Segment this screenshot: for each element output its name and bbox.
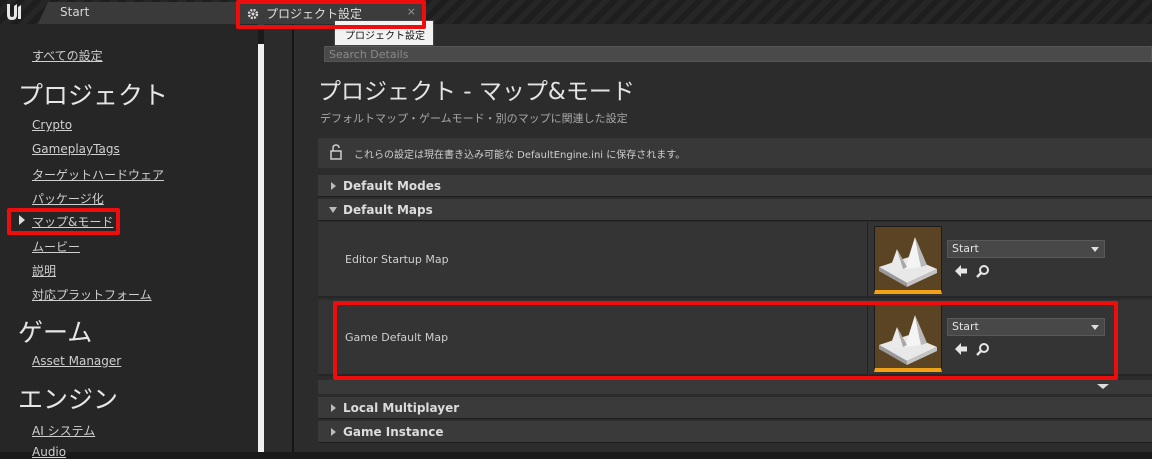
column-splitter[interactable] xyxy=(867,300,868,374)
sidebar-item-asset-manager[interactable]: Asset Manager xyxy=(32,354,121,368)
map-asset-icon xyxy=(879,237,937,287)
section-game-instance[interactable]: Game Instance xyxy=(318,421,1152,443)
collapse-arrow-icon xyxy=(329,207,337,213)
expand-arrow-icon xyxy=(331,404,336,412)
expand-arrow-icon xyxy=(331,428,336,436)
gear-icon xyxy=(247,8,259,20)
section-game-instance-label: Game Instance xyxy=(343,425,444,439)
map-asset-icon xyxy=(879,315,937,365)
map-thumbnail[interactable] xyxy=(874,304,942,372)
sidebar-item-packaging[interactable]: パッケージ化 xyxy=(32,190,104,207)
tab-project-settings-label: プロジェクト設定 xyxy=(266,7,363,21)
section-local-multiplayer-label: Local Multiplayer xyxy=(343,401,460,415)
sidebar-item-gameplaytags[interactable]: GameplayTags xyxy=(32,142,120,156)
search-input[interactable]: Search Details xyxy=(324,46,1152,62)
property-label: Game Default Map xyxy=(345,331,449,344)
config-info-bar: これらの設定は現在書き込み可能な DefaultEngine.ini に保存され… xyxy=(318,138,1152,168)
tab-start[interactable]: Start xyxy=(38,2,238,24)
sidebar-item-description[interactable]: 説明 xyxy=(32,262,56,279)
map-select[interactable]: Start xyxy=(947,318,1105,336)
section-default-modes[interactable]: Default Modes xyxy=(318,175,1152,197)
tab-start-label: Start xyxy=(60,5,90,19)
map-thumbnail[interactable] xyxy=(874,226,942,294)
property-label: Editor Startup Map xyxy=(345,253,449,266)
search-icon[interactable] xyxy=(976,264,990,278)
column-splitter[interactable] xyxy=(867,222,868,296)
sidebar-item-crypto[interactable]: Crypto xyxy=(32,118,72,132)
property-row-editor-startup-map: Editor Startup Map Start xyxy=(318,222,1152,298)
sidebar-item-ai-system[interactable]: AI システム xyxy=(32,422,95,439)
unreal-logo-icon[interactable] xyxy=(4,2,24,22)
section-default-maps-label: Default Maps xyxy=(343,203,433,217)
expand-advanced-icon xyxy=(1097,384,1109,389)
search-icon[interactable] xyxy=(976,342,990,356)
section-default-maps[interactable]: Default Maps xyxy=(318,199,1152,221)
sidebar-item-movies[interactable]: ムービー xyxy=(32,238,80,255)
advanced-expander[interactable] xyxy=(318,380,1152,394)
map-select-value: Start xyxy=(952,320,979,333)
use-selected-arrow-icon[interactable] xyxy=(954,342,968,356)
config-info-text: これらの設定は現在書き込み可能な DefaultEngine.ini に保存され… xyxy=(354,150,686,161)
sidebar-item-all-settings[interactable]: すべての設定 xyxy=(32,47,103,64)
use-selected-arrow-icon[interactable] xyxy=(954,264,968,278)
property-row-game-default-map: Game Default Map Start xyxy=(318,300,1152,376)
sidebar-item-target-hardware[interactable]: ターゲットハードウェア xyxy=(32,166,164,183)
unlock-icon xyxy=(330,144,342,160)
selected-arrow-icon xyxy=(19,215,25,225)
chevron-down-icon xyxy=(1091,247,1099,252)
sidebar-heading-engine: エンジン xyxy=(18,385,119,414)
map-select[interactable]: Start xyxy=(947,240,1105,258)
sidebar-item-maps-modes[interactable]: マップ&モード xyxy=(32,213,113,230)
sidebar-item-supported-platforms[interactable]: 対応プラットフォーム xyxy=(32,286,152,303)
sidebar-item-audio[interactable]: Audio xyxy=(32,445,66,459)
map-select-value: Start xyxy=(952,242,979,255)
expand-arrow-icon xyxy=(331,182,336,190)
section-local-multiplayer[interactable]: Local Multiplayer xyxy=(318,397,1152,419)
chevron-down-icon xyxy=(1091,325,1099,330)
close-icon[interactable]: × xyxy=(407,5,416,18)
title-bar: Start プロジェクト設定 × xyxy=(0,0,1152,26)
page-subtitle: デフォルトマップ・ゲームモード・別のマップに関連した設定 xyxy=(320,112,628,125)
sidebar-heading-project: プロジェクト xyxy=(18,81,169,110)
tab-tooltip: プロジェクト設定 xyxy=(334,20,434,46)
page-title: プロジェクト - マップ&モード xyxy=(318,79,635,105)
section-default-modes-label: Default Modes xyxy=(343,179,442,193)
sidebar-heading-game: ゲーム xyxy=(18,318,93,347)
